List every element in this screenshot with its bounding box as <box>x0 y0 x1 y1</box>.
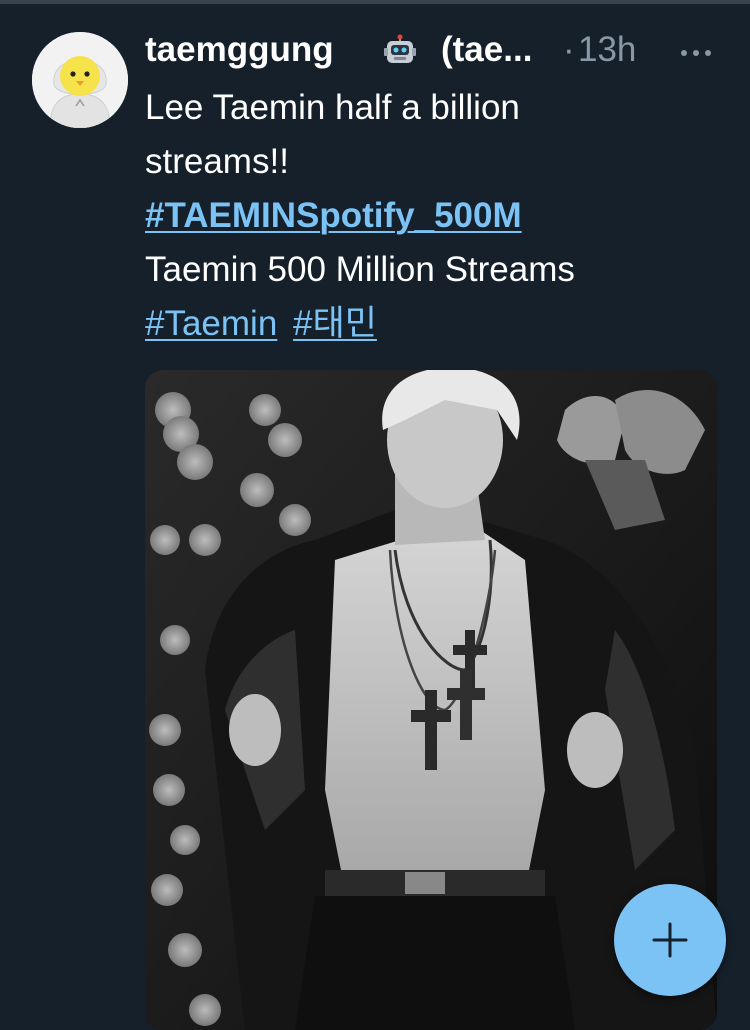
tweet-text-line: Lee Taemin half a billion <box>145 88 520 127</box>
robot-face-icon <box>384 34 416 63</box>
hashtag-link[interactable]: #TAEMINSpotify_500M <box>145 196 522 235</box>
compose-tweet-button[interactable] <box>614 884 726 996</box>
hashtag-line: #TAEMINSpotify_500M <box>145 194 522 238</box>
handle[interactable]: (tae... <box>441 30 532 70</box>
hashtag-line: #Taemin #태민 <box>145 302 377 346</box>
display-name[interactable]: taemggung <box>145 30 334 70</box>
tweet-header: taemggung (tae... · 13h <box>145 28 725 76</box>
tweet-text-line: Taemin 500 Million Streams <box>145 250 575 289</box>
chick-avatar-icon <box>32 32 128 128</box>
more-horizontal-icon[interactable] <box>679 48 713 58</box>
hashtag-link[interactable]: #Taemin <box>145 304 277 343</box>
avatar[interactable] <box>32 32 128 128</box>
hashtag-link[interactable]: #태민 <box>293 304 377 343</box>
tweet-text-line: streams!! <box>145 142 289 181</box>
timestamp[interactable]: 13h <box>578 30 636 70</box>
separator-dot: · <box>563 30 575 69</box>
plus-icon <box>652 922 688 958</box>
tweet[interactable]: taemggung (tae... · 13h Lee Taemin half … <box>0 0 750 1030</box>
